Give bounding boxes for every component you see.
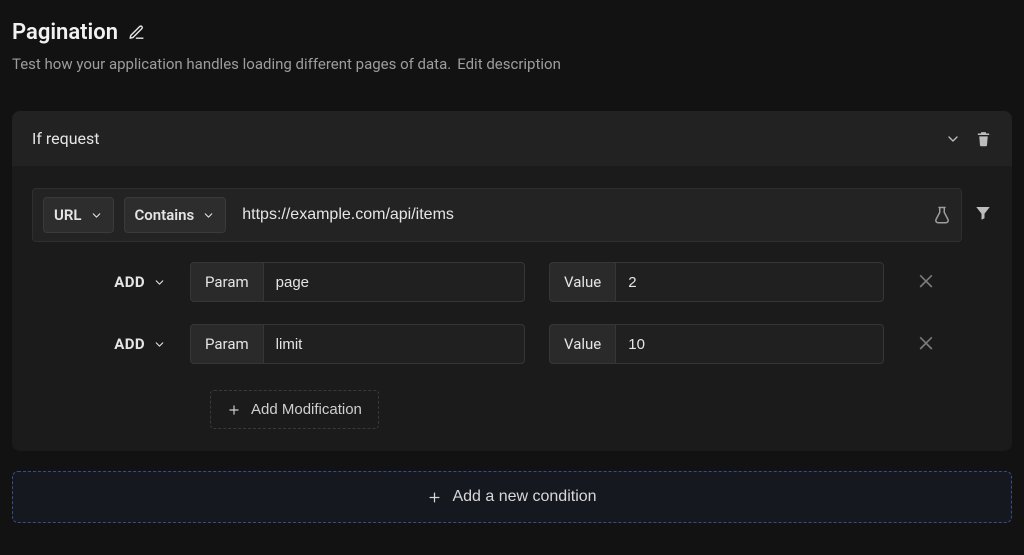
condition-header: If request	[32, 129, 100, 148]
chevron-down-icon	[153, 338, 166, 351]
collapse-icon[interactable]	[945, 131, 961, 147]
add-condition-button[interactable]: Add a new condition	[12, 471, 1012, 523]
remove-modification-icon[interactable]	[916, 270, 936, 294]
param-label: Param	[190, 262, 263, 302]
action-label: ADD	[114, 335, 145, 353]
plus-icon	[427, 490, 442, 505]
add-condition-label: Add a new condition	[452, 488, 596, 506]
condition-card: If request URL Contains	[12, 111, 1012, 451]
test-icon[interactable]	[933, 206, 951, 224]
param-label: Param	[190, 324, 263, 364]
plus-icon	[227, 403, 241, 417]
page-title: Pagination	[12, 20, 118, 45]
chevron-down-icon	[90, 209, 103, 222]
action-selector[interactable]: ADD	[70, 273, 166, 291]
delete-condition-icon[interactable]	[975, 130, 992, 147]
field-selector[interactable]: URL	[43, 197, 114, 233]
edit-title-icon[interactable]	[128, 24, 145, 41]
url-input[interactable]	[236, 202, 923, 228]
value-label: Value	[549, 262, 615, 302]
edit-description-link[interactable]: Edit description	[457, 55, 561, 73]
add-modification-label: Add Modification	[251, 401, 362, 418]
action-label: ADD	[114, 273, 145, 291]
param-name-input[interactable]	[263, 324, 525, 364]
remove-modification-icon[interactable]	[916, 332, 936, 356]
chevron-down-icon	[153, 276, 166, 289]
field-selector-label: URL	[54, 206, 82, 224]
param-name-input[interactable]	[263, 262, 525, 302]
modification-row: ADD Param Value	[70, 262, 972, 302]
chevron-down-icon	[202, 209, 215, 222]
operator-selector[interactable]: Contains	[124, 197, 227, 233]
filter-icon[interactable]	[974, 204, 992, 226]
modification-row: ADD Param Value	[70, 324, 972, 364]
add-modification-button[interactable]: Add Modification	[210, 390, 379, 429]
value-label: Value	[549, 324, 615, 364]
operator-selector-label: Contains	[135, 206, 195, 224]
param-value-input[interactable]	[615, 262, 884, 302]
param-value-input[interactable]	[615, 324, 884, 364]
action-selector[interactable]: ADD	[70, 335, 166, 353]
page-subtitle: Test how your application handles loadin…	[12, 55, 451, 73]
